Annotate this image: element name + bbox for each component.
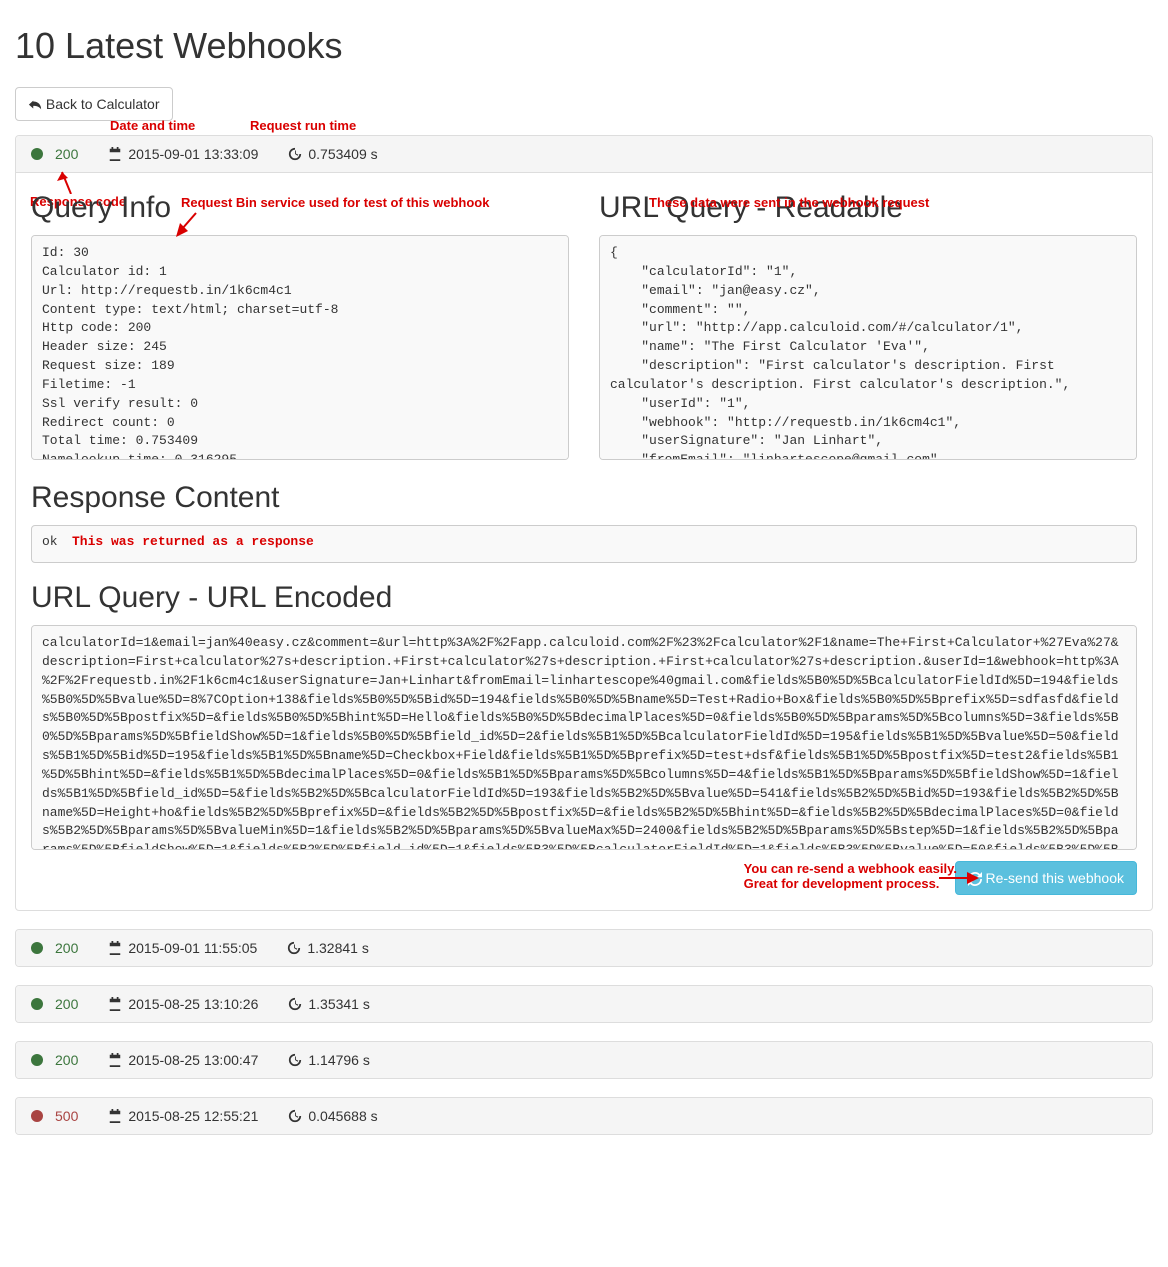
status-dot-icon	[31, 1110, 43, 1122]
history-icon	[288, 147, 302, 161]
calendar-icon	[108, 1109, 122, 1123]
status-code: 200	[31, 146, 78, 162]
annot-response: This was returned as a response	[72, 534, 314, 549]
webhook-row-header[interactable]: 500 2015-08-25 12:55:21 0.045688 s	[16, 1098, 1152, 1134]
back-button[interactable]: Back to Calculator	[15, 87, 173, 121]
resend-button[interactable]: Re-send this webhook	[955, 861, 1137, 895]
status-code: 500	[31, 1108, 78, 1124]
annot-resend: You can re-send a webhook easily. Great …	[744, 861, 957, 891]
history-icon	[288, 997, 302, 1011]
status-code: 200	[31, 940, 78, 956]
status-code: 200	[31, 996, 78, 1012]
status-dot-icon	[31, 998, 43, 1010]
datetime: 2015-09-01 11:55:05	[108, 940, 257, 956]
url-readable-text[interactable]: { "calculatorId": "1", "email": "jan@eas…	[599, 235, 1137, 460]
calendar-icon	[108, 147, 122, 161]
calendar-icon	[108, 941, 122, 955]
reply-icon	[28, 98, 42, 112]
datetime: 2015-08-25 13:00:47	[108, 1052, 258, 1068]
webhook-row: 500 2015-08-25 12:55:21 0.045688 s	[15, 1097, 1153, 1135]
status-dot-icon	[31, 1054, 43, 1066]
webhook-panel-expanded: Date and time Request run time Response …	[15, 135, 1153, 911]
calendar-icon	[108, 1053, 122, 1067]
webhook-row-header[interactable]: 200 2015-08-25 13:00:47 1.14796 s	[16, 1042, 1152, 1078]
response-content-box: ok This was returned as a response	[31, 525, 1137, 563]
url-readable-heading: URL Query - Readable	[599, 191, 1137, 225]
webhook-row: 200 2015-08-25 13:10:26 1.35341 s	[15, 985, 1153, 1023]
response-content-heading: Response Content	[31, 481, 1137, 515]
status-dot-icon	[31, 148, 43, 160]
back-button-label: Back to Calculator	[46, 96, 160, 112]
webhook-row-header[interactable]: 200 2015-09-01 11:55:05 1.32841 s	[16, 930, 1152, 966]
response-content-text: ok	[42, 534, 58, 549]
webhook-row: 200 2015-08-25 13:00:47 1.14796 s	[15, 1041, 1153, 1079]
runtime: 0.753409 s	[288, 146, 377, 162]
url-encoded-heading: URL Query - URL Encoded	[31, 581, 1137, 615]
webhook-row-header[interactable]: 200 2015-09-01 13:33:09 0.753409 s	[16, 136, 1152, 173]
history-icon	[288, 1053, 302, 1067]
query-info-text[interactable]: Id: 30 Calculator id: 1 Url: http://requ…	[31, 235, 569, 460]
webhook-row: 200 2015-09-01 11:55:05 1.32841 s	[15, 929, 1153, 967]
datetime: 2015-08-25 12:55:21	[108, 1108, 258, 1124]
history-icon	[288, 1109, 302, 1123]
page-title: 10 Latest Webhooks	[15, 25, 1153, 67]
runtime: 0.045688 s	[288, 1108, 377, 1124]
url-encoded-text[interactable]: calculatorId=1&email=jan%40easy.cz&comme…	[31, 625, 1137, 850]
webhook-row-header[interactable]: 200 2015-08-25 13:10:26 1.35341 s	[16, 986, 1152, 1022]
runtime: 1.14796 s	[288, 1052, 370, 1068]
runtime: 1.32841 s	[287, 940, 369, 956]
history-icon	[287, 941, 301, 955]
refresh-icon	[968, 872, 982, 886]
resend-button-label: Re-send this webhook	[985, 870, 1124, 886]
calendar-icon	[108, 997, 122, 1011]
query-info-heading: Query Info	[31, 191, 569, 225]
datetime: 2015-09-01 13:33:09	[108, 146, 258, 162]
status-dot-icon	[31, 942, 43, 954]
status-code: 200	[31, 1052, 78, 1068]
datetime: 2015-08-25 13:10:26	[108, 996, 258, 1012]
runtime: 1.35341 s	[288, 996, 370, 1012]
